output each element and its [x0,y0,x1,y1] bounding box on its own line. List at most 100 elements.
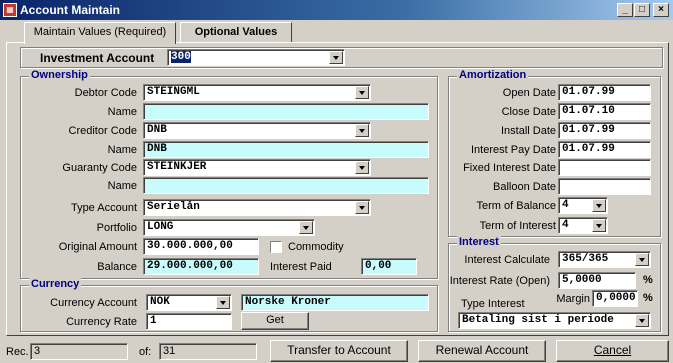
creditor-name-field: DNB [143,141,429,158]
close-button[interactable]: × [653,3,669,17]
close-date-label: Close Date [501,106,556,118]
currency-rate-label: Currency Rate [66,316,137,328]
tab-maintain-values[interactable]: Maintain Values (Required) [24,22,176,44]
investment-account-value: 300 [171,51,191,63]
type-account-select[interactable]: Serielån [143,199,371,216]
balance-field: 29.000.000,00 [143,258,259,275]
get-rate-label: Get [266,314,284,326]
debtor-code-label: Debtor Code [74,87,137,99]
creditor-name-label: Name [107,144,137,156]
original-amount-label: Original Amount [58,241,137,253]
creditor-code-label: Creditor Code [68,125,137,137]
commodity-checkbox[interactable] [270,241,282,253]
balance-value: 29.000.000,00 [147,260,233,272]
type-account-label: Type Account [70,202,137,214]
interest-calculate-label: Interest Calculate [464,254,550,266]
currency-name-value: Norske Kroner [245,296,331,308]
interest-paid-field: 0,00 [361,258,417,275]
of-label: of: [139,346,152,358]
balloon-date-label: Balloon Date [493,181,556,193]
guaranty-code-select[interactable]: STEINKJER [143,159,371,176]
margin-label: Margin [556,293,590,305]
currency-account-value: NOK [150,296,170,308]
term-balance-label: Term of Balance [476,200,556,212]
maximize-button[interactable]: □ [634,3,650,17]
guaranty-name-label: Name [107,180,137,192]
chevron-down-icon[interactable] [635,253,649,266]
interest-rate-value: 5,0000 [562,274,602,286]
open-date-value: 01.07.99 [562,86,615,98]
tab-label: Optional Values [194,26,278,38]
currency-rate-input[interactable]: 1 [146,313,232,330]
interest-paid-label: Interest Paid [270,261,332,273]
interest-rate-label: Interest Rate (Open) [449,275,550,287]
currency-account-select[interactable]: NOK [146,294,232,311]
grid-app-icon: ▦ [3,3,17,17]
transfer-button-label: Transfer to Account [287,343,391,357]
interest-pay-date-value: 01.07.99 [562,143,615,155]
portfolio-select[interactable]: LONG [143,219,315,236]
guaranty-name-field [143,177,429,194]
tab-optional-values[interactable]: Optional Values [180,22,292,42]
status-bar: Rec. 3 of: 31 Transfer to Account Renewa… [0,338,673,363]
term-balance-select[interactable]: 4 [558,197,608,214]
type-interest-value: Betaling sist i periode [462,314,614,326]
install-date-label: Install Date [500,125,556,137]
transfer-to-account-button[interactable]: Transfer to Account [270,340,408,362]
fixed-interest-date-input[interactable] [558,159,651,176]
minimize-button[interactable]: _ [617,3,633,17]
chevron-down-icon[interactable] [299,221,313,234]
title-bar: ▦ Account Maintain _ □ × [0,0,673,20]
chevron-down-icon[interactable] [216,296,230,309]
close-date-input[interactable]: 01.07.10 [558,103,651,120]
interest-calculate-select[interactable]: 365/365 [558,251,651,268]
debtor-code-value: STEINGML [147,86,200,98]
chevron-down-icon[interactable] [355,86,369,99]
original-amount-value: 30.000.000,00 [147,240,233,252]
type-interest-label: Type Interest [461,298,525,310]
investment-account-label: Investment Account [40,51,155,65]
chevron-down-icon[interactable] [355,201,369,214]
term-interest-value: 4 [562,219,569,231]
creditor-name-value: DNB [147,143,167,155]
chevron-down-icon[interactable] [329,51,343,64]
chevron-down-icon[interactable] [355,161,369,174]
percent-icon: % [643,292,653,304]
portfolio-value: LONG [147,221,174,233]
debtor-code-select[interactable]: STEINGML [143,84,371,101]
open-date-input[interactable]: 01.07.99 [558,84,651,101]
commodity-label: Commodity [288,241,344,253]
close-date-value: 01.07.10 [562,105,615,117]
currency-account-label: Currency Account [50,297,137,309]
interest-pay-date-label: Interest Pay Date [471,144,556,156]
debtor-name-label: Name [107,106,137,118]
creditor-code-select[interactable]: DNB [143,122,371,139]
chevron-down-icon[interactable] [635,314,649,327]
term-balance-value: 4 [562,199,569,211]
renewal-account-button[interactable]: Renewal Account [418,340,546,362]
term-interest-select[interactable]: 4 [558,217,608,234]
margin-value: 0,0000 [596,292,636,304]
cancel-button[interactable]: Cancel [556,340,669,362]
record-total-value: 31 [163,345,176,357]
install-date-input[interactable]: 01.07.99 [558,122,651,139]
fixed-interest-date-label: Fixed Interest Date [463,162,556,174]
debtor-name-field [143,103,429,120]
type-interest-select[interactable]: Betaling sist i periode [458,312,651,329]
margin-input[interactable]: 0,0000 [592,290,638,307]
get-rate-button[interactable]: Get [241,312,309,330]
install-date-value: 01.07.99 [562,124,615,136]
investment-account-select[interactable]: 300 [167,49,345,66]
original-amount-input[interactable]: 30.000.000,00 [143,238,259,255]
chevron-down-icon[interactable] [592,199,606,212]
interest-pay-date-input[interactable]: 01.07.99 [558,141,651,158]
interest-title: Interest [457,236,501,248]
renewal-button-label: Renewal Account [435,343,529,357]
amortization-title: Amortization [457,69,529,81]
chevron-down-icon[interactable] [592,219,606,232]
balloon-date-input[interactable] [558,178,651,195]
type-account-value: Serielån [147,201,200,213]
currency-title: Currency [29,278,82,290]
interest-rate-input[interactable]: 5,0000 [558,272,636,289]
chevron-down-icon[interactable] [355,124,369,137]
